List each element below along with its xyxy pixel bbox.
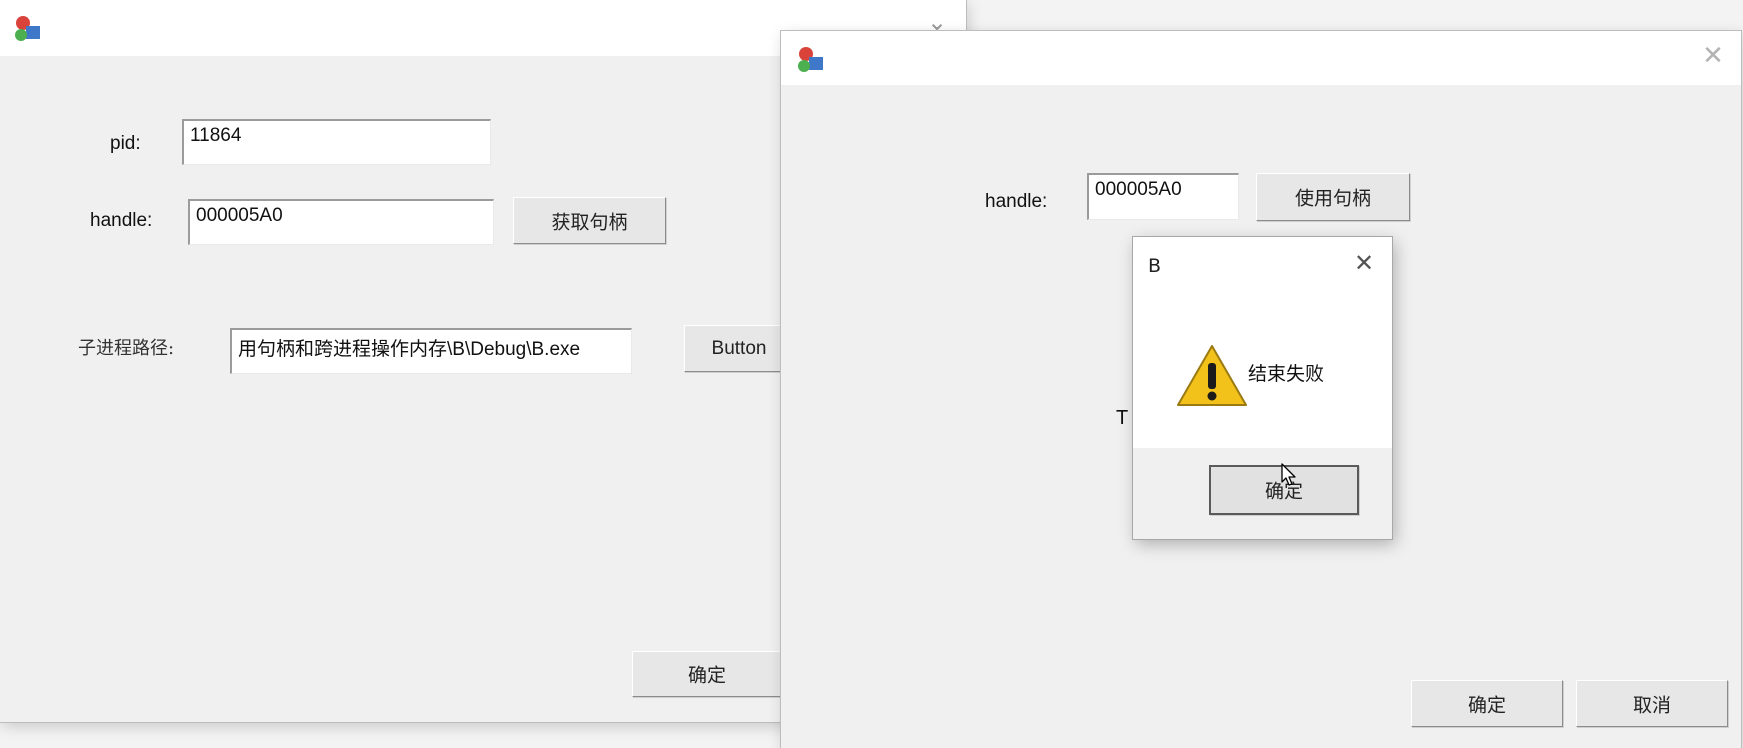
close-icon[interactable]: ✕ <box>1347 249 1381 283</box>
handle-label: handle: <box>90 210 153 231</box>
ok-button-b-label: 确定 <box>1467 694 1506 716</box>
app-icon <box>798 47 823 72</box>
button-label: Button <box>711 337 767 359</box>
child-path-field[interactable]: 用句柄和跨进程操作内存\B\Debug\B.exe <box>230 328 632 374</box>
handle-field[interactable]: 000005A0 <box>188 199 494 245</box>
warning-icon <box>1177 345 1247 406</box>
pid-field[interactable]: 11864 <box>182 119 491 165</box>
handle-field-b[interactable]: 000005A0 <box>1087 173 1239 220</box>
hidden-text: T <box>1116 407 1129 429</box>
app-icon <box>15 16 40 41</box>
message-text: 结束失败 <box>1248 363 1325 385</box>
message-box: B ✕ 结束失败 确定 <box>1133 237 1392 539</box>
handle-label-b: handle: <box>985 191 1048 212</box>
message-box-title: B <box>1148 255 1162 277</box>
pid-label: pid: <box>110 133 141 154</box>
mouse-cursor-icon <box>1281 463 1296 486</box>
use-handle-button[interactable]: 使用句柄 <box>1256 173 1410 221</box>
child-path-label: 子进程路径: <box>78 338 175 359</box>
button[interactable]: Button <box>684 325 794 372</box>
ok-button-a-label: 确定 <box>687 664 726 687</box>
get-handle-button-label: 获取句柄 <box>551 211 628 233</box>
cancel-button-label: 取消 <box>1632 694 1671 716</box>
close-icon[interactable]: ✕ <box>1696 41 1730 75</box>
use-handle-button-label: 使用句柄 <box>1294 187 1371 210</box>
ok-button-b[interactable]: 确定 <box>1411 680 1563 727</box>
cancel-button[interactable]: 取消 <box>1576 680 1728 727</box>
window-b-titlebar: ✕ <box>781 31 1741 85</box>
ok-button-a[interactable]: 确定 <box>632 651 782 697</box>
get-handle-button[interactable]: 获取句柄 <box>513 197 666 244</box>
